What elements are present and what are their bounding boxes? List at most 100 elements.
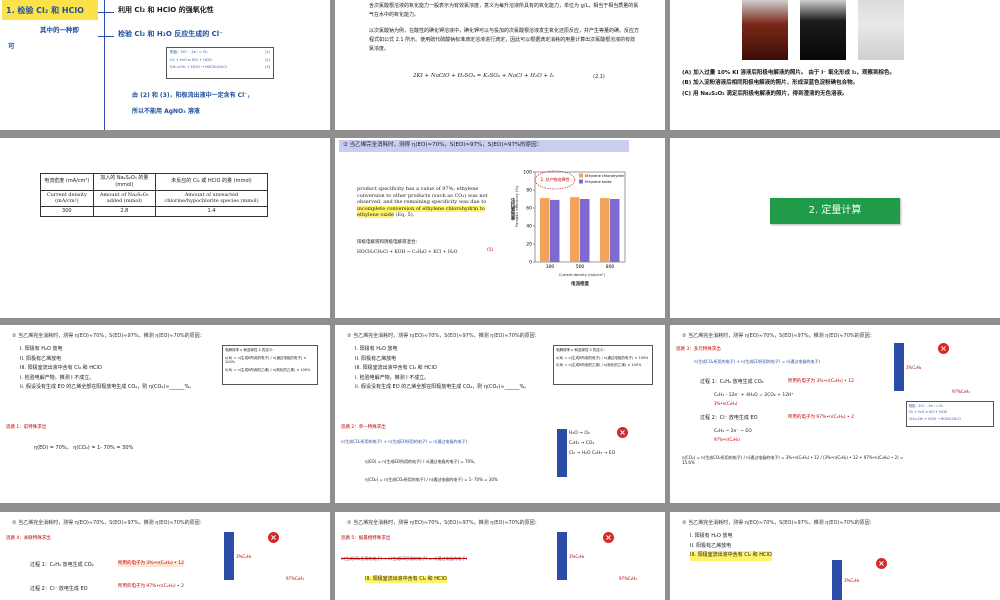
step-2: ii. 假设没有生成 EO 的乙烯全部在阳极放电生成 CO₂，则 η(CO₂)≈…: [20, 384, 195, 390]
process-1-amount: 3%•n(C₂H₄): [714, 401, 738, 406]
calc-eo: η(EO) = n(生成EO所用的电子) / n(通过电极的电子) = 70%,: [365, 459, 476, 464]
reasons: I. 阳极有 H₂O 放电 II. 阳极有乙烯放电 III. 阳极室流出液中含有…: [690, 532, 772, 561]
caption-b: (B) 加入淀粉溶液后相同阳极电解液的照片，形成深蓝色淀粉碘包合物。: [682, 80, 859, 87]
cross-icon: ×: [603, 532, 614, 543]
quantitative-calc-button[interactable]: 2. 定量计算: [770, 198, 900, 224]
step-1: i. 检验电解产物，推测 I 不成立。: [20, 374, 95, 381]
slide-10[interactable]: ② 当乙烯完全消耗时，测得 η(EO)≈70%，S(EO)≈97%，推测 η(E…: [0, 512, 330, 600]
method-sub: 检验 Cl₂ 和 H₂O 反应生成的 Cl⁻: [118, 30, 223, 38]
electron-balance: n(生成CO₂所用的电子) + n(生成EO所用的电子) = n(通过电极的电子…: [341, 439, 467, 444]
y-axis-label-en: Faradaic efficiency (%): [515, 186, 519, 227]
slide1-heading-3: 可: [8, 42, 15, 50]
slide-1[interactable]: 1. 检验 Cl₂ 和 HClO 其中的一种即 可 利用 Cl₂ 和 HClO …: [0, 0, 330, 130]
header-cn-3: 未反应的 Cl₂ 或 HClO 的量 (mmol): [154, 173, 269, 191]
electron-balance: n(生成CO₂所用的电子) + n(生成EO所用的电子) = n(通过电极的电子…: [341, 556, 467, 561]
approach-tip: 思路 4：关联特殊求出: [6, 536, 51, 541]
approach-tip: 思路 1：前特殊求出: [6, 425, 47, 430]
process-2-value: 所用的电子为 97%•n(C₂H₄) • 2: [788, 415, 854, 420]
slide-8[interactable]: ② 当乙烯完全消耗时，测得 η(EO)≈70%，S(EO)≈97%，推测 η(E…: [335, 325, 665, 503]
approach-tip: 思路 2：单一特殊求出: [341, 425, 386, 430]
connector: [98, 12, 114, 13]
approach-tip: 思路 5：据最相特殊求出: [341, 536, 391, 541]
header-cn-1: 电流密度 (mA/cm²): [40, 173, 94, 191]
header-en-3: Amount of unreacted chlorine/hypochlorit…: [154, 189, 269, 207]
tag-97pct: 97%C₂H₄: [952, 389, 970, 394]
y-tick-label: 80: [526, 188, 532, 194]
connector: [98, 36, 114, 37]
bar-oxide: [580, 199, 590, 262]
x-tick-label: 300: [546, 264, 555, 270]
reason-3: III. 阳极室流出液中含有 Cl₂ 和 HClO: [20, 365, 102, 371]
question: ② 当乙烯完全消耗时，测得 η(EO)≈70%，S(EO)≈97%，推测 η(E…: [12, 333, 205, 339]
equation: 2KI + NaClO + H₂SO₄ = K₂SO₄ + NaCl + H₂O…: [413, 73, 555, 79]
x-tick-label: 500: [576, 264, 585, 270]
y-tick-label: 60: [526, 206, 532, 212]
slide1-heading: 1. 检验 Cl₂ 和 HClO: [6, 6, 84, 15]
question: ② 当乙烯完全消耗时，测得 η(EO)≈70%，S(EO)≈97%，推测 η(E…: [347, 333, 540, 339]
slide-4[interactable]: 电流密度 (mA/cm²) 加入的 Na₂S₂O₃ 的量 (mmol) 未反应的…: [0, 138, 330, 318]
reasons: I. 阳极有 H₂O 放电 II. 阳极有乙烯放电 III. 阳极室流出液中含有…: [20, 345, 194, 393]
x-axis-label-cn: 电流密度: [571, 282, 589, 287]
slide-7[interactable]: ② 当乙烯完全消耗时，测得 η(EO)≈70%，S(EO)≈97%，推测 η(E…: [0, 325, 330, 503]
slide-9[interactable]: ② 当乙烯完全消耗时，测得 η(EO)≈70%，S(EO)≈97%，推测 η(E…: [670, 325, 1000, 503]
header-en-2: Amount of Na₂S₂O₃ added (mmol): [92, 189, 156, 207]
definition-box: 电解效率 η 和选择性 S 的定义： η(B) = n(生成B所用的电子) / …: [553, 345, 653, 385]
anode-bar: [832, 560, 842, 600]
tag-3pct: 3%C₂H₄: [906, 365, 922, 370]
electron-balance: n(生成CO₂所用的电子) + n(生成EO所用的电子) = n(通过电极的电子…: [694, 359, 820, 364]
process-1: 过程 1：C₂H₄ 放电生成 CO₂: [700, 379, 764, 385]
cell-unreacted: 1.4: [154, 206, 269, 217]
slide-2[interactable]: 含次氯酸根溶液的氧化能力一般表示为有效氯浓度，意义为每升溶液所具有的氧化能力，单…: [335, 0, 665, 130]
slide-6[interactable]: 2. 定量计算: [670, 138, 1000, 318]
slide-11[interactable]: ② 当乙烯完全消耗时，测得 η(EO)≈70%，S(EO)≈97%，推测 η(E…: [335, 512, 665, 600]
bar-chlorohydrin: [570, 197, 580, 262]
tag-3pct: 3%C₂H₄: [569, 554, 585, 559]
photo-captions: (A) 加入过量 10% KI 溶液后阳极电解液的照片。 由于 I⁻ 氧化形成 …: [682, 68, 992, 99]
cross-icon: ×: [268, 532, 279, 543]
conclusion-1: 由 (2) 和 (3)，阳极流出液中一定含有 Cl⁻，: [132, 92, 254, 99]
legend-label: Ethylene oxide: [585, 180, 612, 184]
y-axis-label-cn: 法拉第效率: [510, 198, 515, 221]
y-tick-label: 40: [526, 224, 532, 230]
cross-icon: ×: [617, 427, 628, 438]
x-tick-label: 800: [606, 264, 615, 270]
question: ② 当乙烯完全消耗时，测得 η(EO)≈70%，S(EO)≈97%，推测 η(E…: [682, 333, 875, 339]
efficiency-bar-chart: 0 20 40 60 80 100 300 500 800 Ethylene chlorohydr…: [523, 170, 626, 270]
anode-bar: [224, 532, 234, 580]
x-axis-label-en: Current density (mA/cm²): [559, 273, 605, 277]
calc-co2: η(CO₂) = n(生成CO₂所用的电子) / n(通过电极的电子) = 1-…: [365, 477, 498, 482]
cross-icon: ×: [876, 558, 887, 569]
method-title: 利用 Cl₂ 和 HClO 的强氧化性: [118, 6, 214, 14]
process-1-eq: C₂H₄ - 12e⁻ + 4H₂O = 2CO₂ + 12H⁺: [714, 393, 794, 398]
bar-oxide: [550, 199, 560, 262]
slide-5[interactable]: ② 当乙烯完全消耗时，测得 η(EO)≈70%，S(EO)≈97%，S(EO)≈…: [335, 138, 665, 318]
equation-number: (2.1): [593, 74, 605, 80]
reason-3-highlight: III. 阳极室流出液中含有 Cl₂ 和 HClO: [365, 576, 447, 583]
result: η(CO₂) = n(生成CO₂所用的电子) / n(通过电极的电子) = 3%…: [682, 455, 904, 466]
reaction-number: (5): [487, 248, 494, 253]
approach-tip: 思路 3：多元特殊求出: [676, 347, 721, 352]
anode-bar: [557, 532, 567, 580]
slide-12[interactable]: ② 当乙烯完全消耗时，测得 η(EO)≈70%，S(EO)≈97%，推测 η(E…: [670, 512, 1000, 600]
photo-a: [742, 0, 788, 60]
reason-1: I. 阳极有 H₂O 放电: [20, 346, 63, 352]
legend-swatch: [579, 179, 583, 184]
cell-thiosulfate: 2.8: [92, 206, 156, 217]
process-2: 过程 2：Cl⁻ 放电生成 EO: [700, 415, 758, 421]
cell-density: 300: [40, 206, 94, 217]
cn-note: 阳极电解液和阴极电解液混合：: [357, 240, 420, 245]
reaction: HOCH₂CH₂Cl + KOH → C₂H₄O + KCl + H₂O: [357, 250, 458, 255]
bar-chlorohydrin: [600, 198, 610, 262]
y-tick-label: 20: [526, 242, 532, 248]
process-1: 过程 1：C₂H₄ 放电生成 CO₂: [30, 562, 94, 568]
legend-tag-label: 2. 总产物选择性: [540, 176, 569, 182]
reason-2: II. 阳极有乙烯放电: [20, 355, 62, 362]
reasons: I. 阳极有 H₂O 放电 II. 阳极有乙烯放电 III. 阳极室流出液中含有…: [355, 346, 530, 390]
header-en-1: Current density (mA/cm²): [40, 189, 94, 207]
process-1-value: 所用的电子为 3%•n(C₂H₄) • 12: [118, 561, 184, 568]
photo-c: [858, 0, 904, 60]
anode-bar: [557, 429, 567, 477]
tag-97pct: 97%C₂H₄: [619, 576, 637, 581]
process-2: 过程 2：Cl⁻ 放电生成 EO: [30, 586, 88, 592]
slide-3[interactable]: (A) 加入过量 10% KI 溶液后阳极电解液的照片。 由于 I⁻ 氧化形成 …: [670, 0, 1000, 130]
